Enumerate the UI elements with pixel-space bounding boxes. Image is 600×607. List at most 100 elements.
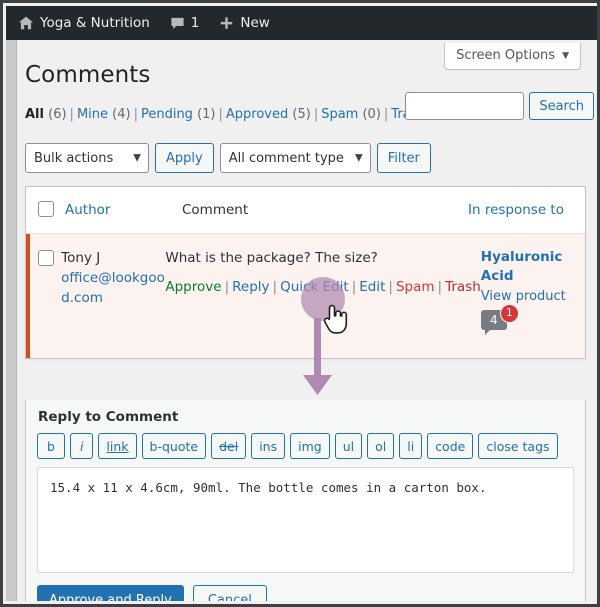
- select-all-checkbox[interactable]: [37, 201, 54, 217]
- editor-italic-button[interactable]: i: [69, 433, 94, 459]
- cell-response: Hyaluronic Acid View product 4 1: [480, 248, 585, 336]
- screen-options-toggle[interactable]: Screen Options ▼: [444, 43, 581, 70]
- action-separator: |: [224, 278, 230, 295]
- comment-count-bubble-wrap: 4 1: [480, 303, 525, 336]
- admin-bar-comments[interactable]: 1: [160, 6, 210, 40]
- comment-types-select[interactable]: All comment types: [219, 143, 371, 173]
- table-nav-top: Bulk actions ▼ Apply All comment types ▼…: [25, 143, 431, 173]
- filter-separator: |: [69, 107, 74, 122]
- bulk-actions-select[interactable]: Bulk actions: [25, 143, 149, 173]
- filter-button[interactable]: Filter: [376, 143, 431, 173]
- cell-author: Tony J office@lookgood.com: [61, 248, 165, 309]
- admin-bar: Yoga & Nutrition 1 New: [6, 6, 597, 40]
- filter-separator: |: [218, 107, 223, 122]
- approve-link[interactable]: Approve: [165, 279, 221, 295]
- comment-body-text: What is the package? The size?: [165, 249, 378, 266]
- editor-bold-button[interactable]: b: [37, 433, 65, 459]
- bulk-actions-select-wrap: Bulk actions ▼: [25, 143, 149, 173]
- admin-content-area: Screen Options ▼ Comments All (6) | Mine (…: [17, 40, 594, 601]
- row-actions: Approve | Reply | Quick Edit | Edit | Spam | Trash: [165, 279, 480, 295]
- header-comment: Comment: [182, 199, 468, 221]
- editor-link-button[interactable]: link: [98, 433, 137, 459]
- reply-action-buttons: Approve and Reply Cancel: [26, 573, 585, 601]
- reply-to-comment-panel: Reply to Comment b i link b-quote del in…: [25, 400, 586, 601]
- header-author-link[interactable]: Author: [65, 202, 110, 218]
- page-title: Comments: [25, 62, 151, 88]
- chevron-down-icon: ▼: [562, 50, 569, 61]
- row-select-cell: [30, 248, 61, 266]
- filter-spam-link[interactable]: Spam: [321, 107, 358, 122]
- table-row: Tony J office@lookgood.com What is the p…: [26, 233, 585, 358]
- editor-li-button[interactable]: li: [399, 433, 423, 459]
- action-separator: |: [437, 278, 443, 295]
- response-post-title-link[interactable]: Hyaluronic Acid: [481, 248, 585, 287]
- header-response-link[interactable]: In response to: [468, 202, 564, 218]
- filter-separator: |: [133, 107, 138, 122]
- filter-approved[interactable]: Approved (5): [226, 107, 311, 122]
- filter-pending[interactable]: Pending (1): [141, 107, 216, 122]
- quick-edit-link[interactable]: Quick Edit: [280, 279, 349, 295]
- new-content-label: New: [240, 15, 270, 31]
- reply-panel-heading: Reply to Comment: [38, 409, 179, 425]
- author-email-link[interactable]: office@lookgood.com: [61, 268, 165, 309]
- table-header-row: Author Comment In response to: [26, 187, 585, 234]
- editor-img-button[interactable]: img: [290, 433, 330, 459]
- comment-types-select-wrap: All comment types ▼: [219, 143, 371, 173]
- editor-close-tags-button[interactable]: close tags: [478, 433, 558, 459]
- header-author[interactable]: Author: [65, 199, 182, 221]
- apply-button[interactable]: Apply: [155, 143, 214, 173]
- comment-bubble-icon: [170, 16, 185, 31]
- filter-pending-count: (1): [197, 107, 216, 122]
- header-response[interactable]: In response to: [468, 199, 585, 221]
- author-name: Tony J: [61, 249, 101, 266]
- editor-ul-button[interactable]: ul: [334, 433, 363, 459]
- filter-mine-link[interactable]: Mine: [77, 107, 108, 122]
- action-separator: |: [388, 278, 393, 295]
- action-separator: |: [272, 278, 278, 295]
- admin-sidebar-collapsed[interactable]: [6, 40, 17, 601]
- filter-mine[interactable]: Mine (4): [77, 107, 131, 122]
- view-product-link[interactable]: View product: [481, 289, 585, 304]
- comments-table: Author Comment In response to Tony J off…: [25, 186, 586, 359]
- filter-all-link[interactable]: All: [25, 107, 44, 122]
- site-name-label: Yoga & Nutrition: [40, 15, 150, 31]
- approve-and-reply-button[interactable]: Approve and Reply: [37, 585, 184, 601]
- cell-comment: What is the package? The size? Approve | R…: [165, 248, 480, 295]
- edit-link[interactable]: Edit: [359, 279, 385, 295]
- cancel-button[interactable]: Cancel: [192, 585, 267, 601]
- filter-approved-link[interactable]: Approved: [226, 107, 288, 122]
- screen-options-label: Screen Options: [456, 48, 556, 63]
- reply-link[interactable]: Reply: [232, 279, 269, 295]
- search-input[interactable]: [405, 92, 525, 120]
- admin-bar-site-name[interactable]: Yoga & Nutrition: [6, 6, 160, 40]
- search-button[interactable]: Search: [529, 92, 594, 120]
- reply-textarea[interactable]: [37, 467, 574, 573]
- editor-del-button[interactable]: del: [211, 433, 247, 459]
- home-icon: [18, 15, 34, 31]
- comments-count-label: 1: [190, 15, 200, 31]
- filter-separator: |: [313, 107, 319, 122]
- pending-count-badge[interactable]: 1: [499, 303, 519, 323]
- filter-spam[interactable]: Spam (0): [321, 107, 381, 122]
- filter-approved-count: (5): [292, 107, 311, 122]
- filter-pending-link[interactable]: Pending: [141, 107, 193, 122]
- search-area: Search: [405, 92, 594, 120]
- filter-all-count: (6): [48, 107, 67, 122]
- wordpress-admin-screen: Yoga & Nutrition 1 New Screen Options ▼: [0, 0, 600, 607]
- row-checkbox[interactable]: [37, 249, 54, 266]
- filter-all[interactable]: All (6): [25, 107, 67, 122]
- plus-icon: [219, 16, 234, 31]
- admin-bar-new-content[interactable]: New: [209, 6, 279, 40]
- editor-ol-button[interactable]: ol: [367, 433, 395, 459]
- spam-link[interactable]: Spam: [396, 279, 435, 295]
- editor-code-button[interactable]: code: [427, 433, 474, 459]
- filter-spam-count: (0): [362, 107, 381, 122]
- action-separator: |: [351, 278, 357, 295]
- filter-mine-count: (4): [112, 107, 131, 122]
- editor-blockquote-button[interactable]: b-quote: [141, 433, 207, 459]
- editor-ins-button[interactable]: ins: [251, 433, 286, 459]
- select-all-cell: [26, 199, 65, 217]
- header-comment-label: Comment: [182, 202, 249, 218]
- filter-separator: |: [383, 107, 389, 122]
- trash-link[interactable]: Trash: [445, 279, 481, 295]
